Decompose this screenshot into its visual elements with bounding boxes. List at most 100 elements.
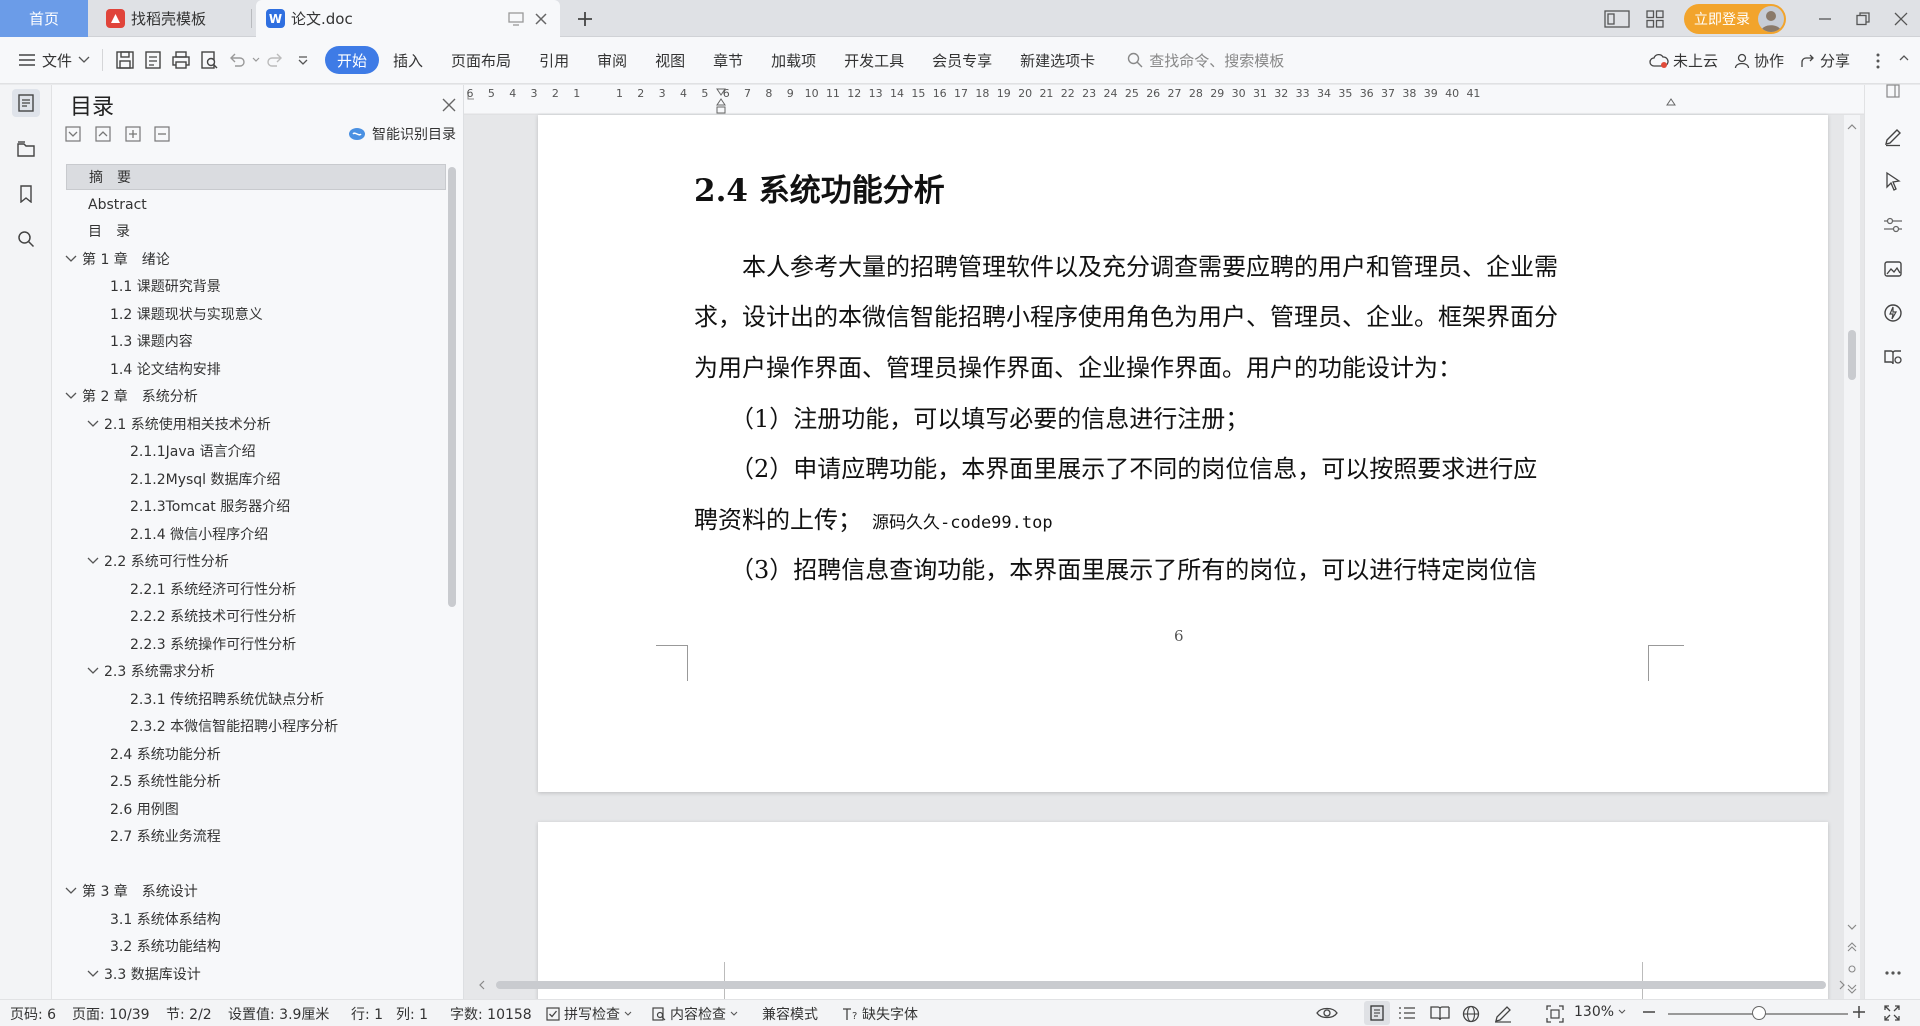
zoom-slider-thumb[interactable] xyxy=(1752,1006,1766,1020)
tab-section[interactable]: 章节 xyxy=(699,46,757,74)
scroll-right-icon[interactable] xyxy=(1838,980,1846,990)
outline-item[interactable]: 2.1.2Mysql 数据库介绍 xyxy=(130,467,281,493)
status-col[interactable]: 列: 1 xyxy=(396,1004,428,1024)
tab-template[interactable]: 找稻壳模板 xyxy=(90,0,252,37)
panel-toggle-icon[interactable] xyxy=(1879,77,1907,105)
login-button[interactable]: 立即登录 xyxy=(1684,3,1786,34)
chevron-down-icon[interactable] xyxy=(64,881,78,895)
outline-item[interactable]: 2.1.4 微信小程序介绍 xyxy=(130,522,268,548)
fit-page-icon[interactable] xyxy=(1546,1005,1564,1023)
tab-references[interactable]: 引用 xyxy=(525,46,583,74)
outline-item[interactable]: 2.2 系统可行性分析 xyxy=(86,549,229,575)
spell-check-button[interactable]: 拼写检查 xyxy=(546,1004,632,1024)
pen-icon[interactable] xyxy=(1879,123,1907,151)
outline-item[interactable]: Abstract xyxy=(88,192,147,218)
outline-scrollbar[interactable] xyxy=(448,167,456,607)
reading-book-icon[interactable] xyxy=(1879,343,1907,371)
collapse-all-icon[interactable] xyxy=(94,125,112,143)
monitor-icon[interactable] xyxy=(508,11,524,26)
page-view-icon[interactable] xyxy=(1364,1001,1390,1025)
outline-item[interactable]: 1.2 课题现状与实现意义 xyxy=(110,302,263,328)
status-section[interactable]: 节: 2/2 xyxy=(166,1004,212,1024)
zoom-level[interactable]: 130% xyxy=(1574,1004,1626,1020)
tab-start[interactable]: 开始 xyxy=(325,46,380,74)
status-row[interactable]: 行: 1 xyxy=(351,1004,383,1024)
zoom-in-icon[interactable] xyxy=(1852,1005,1866,1019)
reading-layout-icon[interactable] xyxy=(1598,0,1636,37)
outline-item[interactable]: 2.3.1 传统招聘系统优缺点分析 xyxy=(130,687,324,713)
chevron-down-icon[interactable] xyxy=(86,661,100,675)
new-tab-button[interactable] xyxy=(572,6,598,32)
chevron-down-icon[interactable] xyxy=(64,386,78,400)
chevron-down-icon[interactable] xyxy=(64,249,78,263)
close-icon[interactable] xyxy=(438,94,460,116)
section-nav-icon[interactable] xyxy=(12,135,40,163)
tab-member[interactable]: 会员专享 xyxy=(918,46,1006,74)
web-view-icon[interactable] xyxy=(1462,1005,1480,1023)
horizontal-ruler[interactable]: 6 5 4 3 2 1 1 2 3 4 5 6 7 8 9 10 11 12 13 14 15 16 17 18 19 20 21 2… xyxy=(464,85,1864,115)
tab-view[interactable]: 视图 xyxy=(641,46,699,74)
undo-icon[interactable] xyxy=(224,47,250,73)
minimize-icon[interactable] xyxy=(1806,0,1844,37)
select-cursor-icon[interactable] xyxy=(1879,167,1907,195)
outline-item[interactable]: 1.1 课题研究背景 xyxy=(110,274,221,300)
collapse-ribbon-icon[interactable] xyxy=(1898,52,1910,64)
tab-document[interactable]: W 论文.doc xyxy=(256,0,560,37)
outline-item[interactable]: 2.5 系统性能分析 xyxy=(110,769,221,795)
vertical-scrollbar[interactable] xyxy=(1844,115,1860,999)
save-icon[interactable] xyxy=(112,47,138,73)
more-horizontal-icon[interactable] xyxy=(1879,959,1907,987)
collaborate-button[interactable]: 协作 xyxy=(1734,50,1784,71)
add-heading-icon[interactable] xyxy=(124,125,142,143)
outline-item[interactable]: 2.1.3Tomcat 服务器介绍 xyxy=(130,494,290,520)
outline-icon[interactable] xyxy=(12,89,40,117)
restore-icon[interactable] xyxy=(1844,0,1882,37)
outline-item[interactable]: 3.1 系统体系结构 xyxy=(110,907,221,933)
outline-item[interactable]: 2.4 系统功能分析 xyxy=(110,742,221,768)
tab-insert[interactable]: 插入 xyxy=(379,46,437,74)
bookmark-icon[interactable] xyxy=(12,180,40,208)
status-setting[interactable]: 设置值: 3.9厘米 xyxy=(228,1004,329,1024)
scroll-down-icon[interactable] xyxy=(1847,923,1857,931)
outline-item[interactable]: 第 3 章 系统设计 xyxy=(64,879,198,905)
tab-new[interactable]: 新建选项卡 xyxy=(1006,46,1109,74)
outline-item[interactable]: 2.2.3 系统操作可行性分析 xyxy=(130,632,296,658)
expand-all-icon[interactable] xyxy=(64,125,82,143)
scroll-up-icon[interactable] xyxy=(1847,123,1857,131)
scroll-thumb[interactable] xyxy=(1848,330,1856,380)
outline-item[interactable]: 3.3 数据库设计 xyxy=(86,962,201,988)
outline-item[interactable]: 2.1 系统使用相关技术分析 xyxy=(86,412,271,438)
document-page[interactable]: 2.4 系统功能分析 本人参考大量的招聘管理软件以及充分调查需要应聘的用户和管理… xyxy=(538,115,1828,792)
redo-icon[interactable] xyxy=(262,47,288,73)
chevron-down-icon[interactable] xyxy=(86,964,100,978)
content-check-button[interactable]: 内容检查 xyxy=(652,1004,738,1024)
chevron-down-icon[interactable] xyxy=(86,414,100,428)
status-page[interactable]: 页面: 10/39 xyxy=(72,1004,150,1024)
ai-assistant-icon[interactable] xyxy=(1879,299,1907,327)
tab-developer[interactable]: 开发工具 xyxy=(830,46,918,74)
fullscreen-icon[interactable] xyxy=(1884,1005,1900,1021)
status-word-count[interactable]: 字数: 10158 xyxy=(450,1004,532,1024)
status-page-code[interactable]: 页码: 6 xyxy=(10,1004,56,1024)
outline-item[interactable]: 摘 要 xyxy=(66,164,446,190)
outline-item[interactable]: 1.4 论文结构安排 xyxy=(110,357,221,383)
cloud-button[interactable]: 未上云 xyxy=(1649,50,1718,71)
quick-access-dropdown-icon[interactable] xyxy=(290,47,316,73)
search-icon[interactable] xyxy=(12,225,40,253)
outline-item[interactable]: 2.6 用例图 xyxy=(110,797,179,823)
export-pdf-icon[interactable] xyxy=(140,47,166,73)
eye-protect-icon[interactable] xyxy=(1316,1005,1338,1021)
print-icon[interactable] xyxy=(168,47,194,73)
remove-heading-icon[interactable] xyxy=(153,125,171,143)
file-menu[interactable]: 文件 xyxy=(18,50,90,71)
zoom-out-icon[interactable] xyxy=(1642,1005,1656,1019)
outline-item[interactable]: 2.3.2 本微信智能招聘小程序分析 xyxy=(130,714,338,740)
outline-item[interactable]: 2.2.2 系统技术可行性分析 xyxy=(130,604,296,630)
tab-page-layout[interactable]: 页面布局 xyxy=(437,46,525,74)
close-tab-icon[interactable] xyxy=(534,12,548,26)
adjust-sliders-icon[interactable] xyxy=(1879,211,1907,239)
horizontal-scrollbar[interactable] xyxy=(472,978,1852,992)
outline-item[interactable]: 第 1 章 绪论 xyxy=(64,247,170,273)
undo-dropdown-icon[interactable] xyxy=(251,57,261,63)
more-vertical-icon[interactable] xyxy=(1876,53,1880,69)
